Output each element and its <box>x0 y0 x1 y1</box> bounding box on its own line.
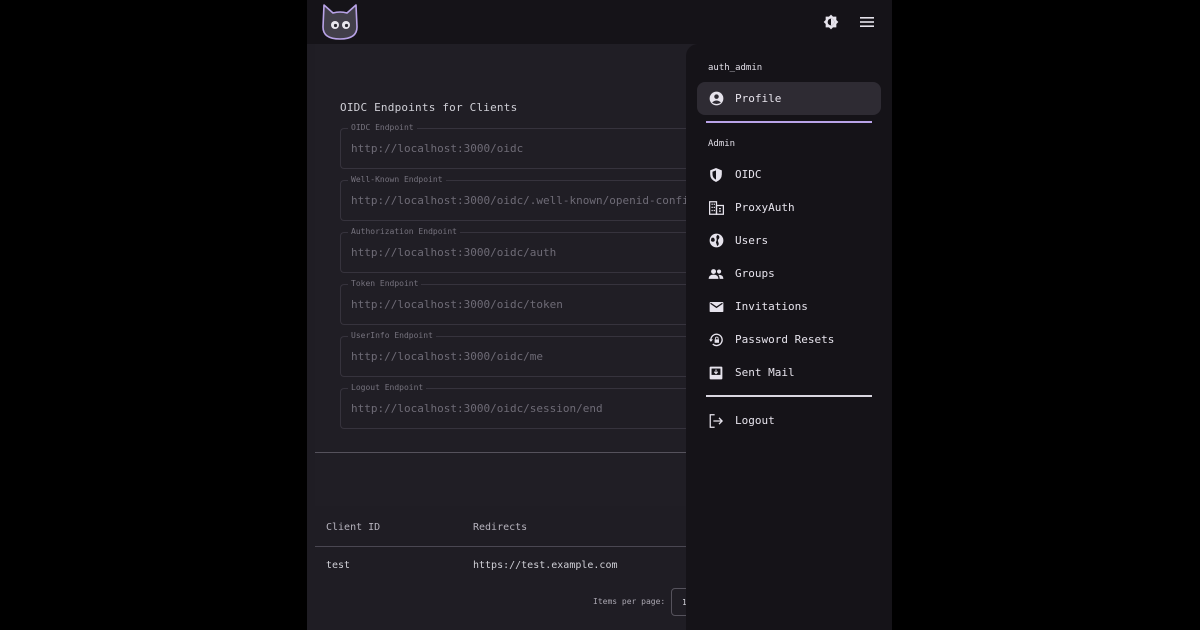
field-label: Token Endpoint <box>348 278 422 290</box>
group-icon <box>708 266 724 282</box>
top-app-bar <box>307 0 892 44</box>
mail-icon <box>708 299 724 315</box>
logout-icon <box>708 413 724 429</box>
drawer-divider <box>706 395 872 397</box>
nav-item-logout[interactable]: Logout <box>697 404 881 437</box>
brightness-icon[interactable] <box>821 12 841 32</box>
field-value: http://localhost:3000/oidc <box>351 142 524 155</box>
lock-reset-icon <box>708 332 724 348</box>
field-value: http://localhost:3000/oidc/.well-known/o… <box>351 194 742 207</box>
nav-item-oidc[interactable]: OIDC <box>697 158 881 191</box>
nav-item-label: Logout <box>735 414 775 427</box>
field-label: OIDC Endpoint <box>348 122 417 134</box>
field-value: http://localhost:3000/oidc/me <box>351 350 544 363</box>
nav-item-profile[interactable]: Profile <box>697 82 881 115</box>
admin-section-label: Admin <box>708 139 736 149</box>
field-value: http://localhost:3000/oidc/auth <box>351 246 557 259</box>
username-label: auth_admin <box>708 63 763 73</box>
nav-item-label: Invitations <box>735 300 808 313</box>
inbox-icon <box>708 365 724 381</box>
table-cell-redirects[interactable]: https://test.example.com <box>473 560 618 571</box>
nav-item-sent-mail[interactable]: Sent Mail <box>697 356 881 389</box>
hamburger-menu-icon[interactable] <box>857 12 877 32</box>
nav-item-label: Profile <box>735 92 782 105</box>
table-cell-client-id[interactable]: test <box>326 560 350 571</box>
nav-item-users[interactable]: Users <box>697 224 881 257</box>
nav-item-password-resets[interactable]: Password Resets <box>697 323 881 356</box>
oidc-section-title: OIDC Endpoints for Clients <box>340 101 518 114</box>
field-label: Well-Known Endpoint <box>348 174 446 186</box>
field-value: http://localhost:3000/oidc/token <box>351 298 563 311</box>
globe-icon <box>708 233 724 249</box>
items-per-page-label: Items per page: <box>593 597 666 606</box>
nav-item-label: Users <box>735 234 769 247</box>
nav-item-label: Password Resets <box>735 333 835 346</box>
nav-item-label: ProxyAuth <box>735 201 795 214</box>
column-header-client-id[interactable]: Client ID <box>326 522 380 533</box>
field-value: http://localhost:3000/oidc/session/end <box>351 402 603 415</box>
account-circle-icon <box>708 91 724 107</box>
nav-item-invitations[interactable]: Invitations <box>697 290 881 323</box>
drawer-divider <box>706 121 872 123</box>
field-label: Authorization Endpoint <box>348 226 460 238</box>
shield-icon <box>708 167 724 183</box>
nav-item-proxyauth[interactable]: ProxyAuth <box>697 191 881 224</box>
field-label: Logout Endpoint <box>348 382 427 394</box>
building-icon <box>708 200 724 216</box>
navigation-drawer: auth_admin Profile Admin OIDC ProxyAuth … <box>686 44 892 630</box>
nav-item-groups[interactable]: Groups <box>697 257 881 290</box>
column-header-redirects[interactable]: Redirects <box>473 522 527 533</box>
nav-item-label: Sent Mail <box>735 366 795 379</box>
nav-item-label: OIDC <box>735 168 762 181</box>
field-label: UserInfo Endpoint <box>348 330 436 342</box>
nav-item-label: Groups <box>735 267 775 280</box>
cat-logo-icon[interactable] <box>320 3 360 41</box>
